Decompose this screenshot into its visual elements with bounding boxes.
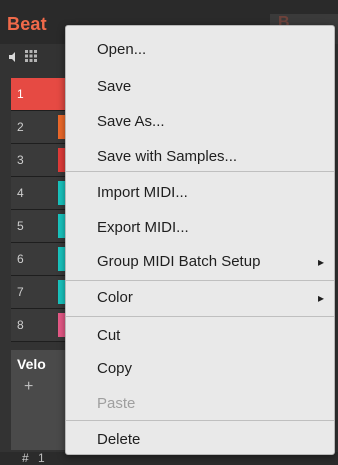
track-6[interactable]: 6 <box>11 243 71 276</box>
track-color-stripe <box>58 181 65 205</box>
track-number: 5 <box>17 219 24 233</box>
submenu-arrow-icon: ▸ <box>318 290 325 305</box>
track-4[interactable]: 4 <box>11 177 71 210</box>
track-number: 4 <box>17 186 24 200</box>
menu-item-label: Cut <box>97 327 121 344</box>
menu-item-label: Save with Samples... <box>97 148 238 165</box>
menu-item-import-midi[interactable]: Import MIDI... <box>66 176 334 209</box>
submenu-arrow-icon: ▸ <box>318 254 325 269</box>
track-color-stripe <box>58 214 65 238</box>
bottom-hash: # <box>22 451 29 465</box>
track-7[interactable]: 7 <box>11 276 71 309</box>
menu-item-label: Open... <box>97 41 147 58</box>
track-5[interactable]: 5 <box>11 210 71 243</box>
track-number: 6 <box>17 252 24 266</box>
velocity-panel: Velo + <box>11 350 71 450</box>
menu-item-save[interactable]: Save <box>66 70 334 103</box>
track-list: 1 2 3 4 5 6 7 8 <box>11 78 71 342</box>
menu-item-color[interactable]: Color ▸ <box>66 281 334 314</box>
menu-separator <box>66 316 334 317</box>
menu-item-save-with-samples[interactable]: Save with Samples... <box>66 140 334 173</box>
menu-item-delete[interactable]: Delete <box>66 423 334 456</box>
menu-item-label: Delete <box>97 431 141 448</box>
add-button[interactable]: + <box>24 378 33 396</box>
menu-item-label: Color <box>97 289 133 306</box>
app-window: Beat B 1 2 3 4 5 6 7 8 Velo + # 1 Open..… <box>0 0 338 465</box>
track-color-stripe <box>58 280 65 304</box>
velocity-label: Velo <box>17 356 46 372</box>
track-number: 7 <box>17 285 24 299</box>
track-1[interactable]: 1 <box>11 78 71 111</box>
menu-item-open[interactable]: Open... <box>66 33 334 66</box>
menu-item-label: Import MIDI... <box>97 184 188 201</box>
menu-item-save-as[interactable]: Save As... <box>66 105 334 138</box>
track-3[interactable]: 3 <box>11 144 71 177</box>
track-number: 8 <box>17 318 24 332</box>
bottom-first-value: 1 <box>38 451 45 465</box>
track-color-stripe <box>58 148 65 172</box>
menu-item-label: Save As... <box>97 113 165 130</box>
track-8[interactable]: 8 <box>11 309 71 342</box>
grid-icon[interactable] <box>25 49 37 62</box>
group-name[interactable]: Beat <box>7 14 47 35</box>
track-number: 3 <box>17 153 24 167</box>
track-color-stripe <box>58 247 65 271</box>
track-color-stripe <box>58 313 65 337</box>
track-2[interactable]: 2 <box>11 111 71 144</box>
track-number: 1 <box>17 87 24 101</box>
context-menu: Open... Save Save As... Save with Sample… <box>65 25 335 455</box>
menu-item-cut[interactable]: Cut <box>66 319 334 352</box>
track-color-stripe <box>58 115 65 139</box>
menu-item-group-midi-batch-setup[interactable]: Group MIDI Batch Setup ▸ <box>66 245 334 278</box>
menu-separator <box>66 171 334 172</box>
menu-item-label: Group MIDI Batch Setup <box>97 253 261 270</box>
speaker-icon[interactable] <box>8 50 20 62</box>
menu-item-label: Save <box>97 78 132 95</box>
menu-item-label: Export MIDI... <box>97 219 189 236</box>
menu-item-paste: Paste <box>66 387 334 420</box>
menu-item-copy[interactable]: Copy <box>66 352 334 385</box>
menu-separator <box>66 420 334 421</box>
track-number: 2 <box>17 120 24 134</box>
menu-item-label: Copy <box>97 360 133 377</box>
menu-item-label: Paste <box>97 395 136 412</box>
menu-item-export-midi[interactable]: Export MIDI... <box>66 211 334 244</box>
